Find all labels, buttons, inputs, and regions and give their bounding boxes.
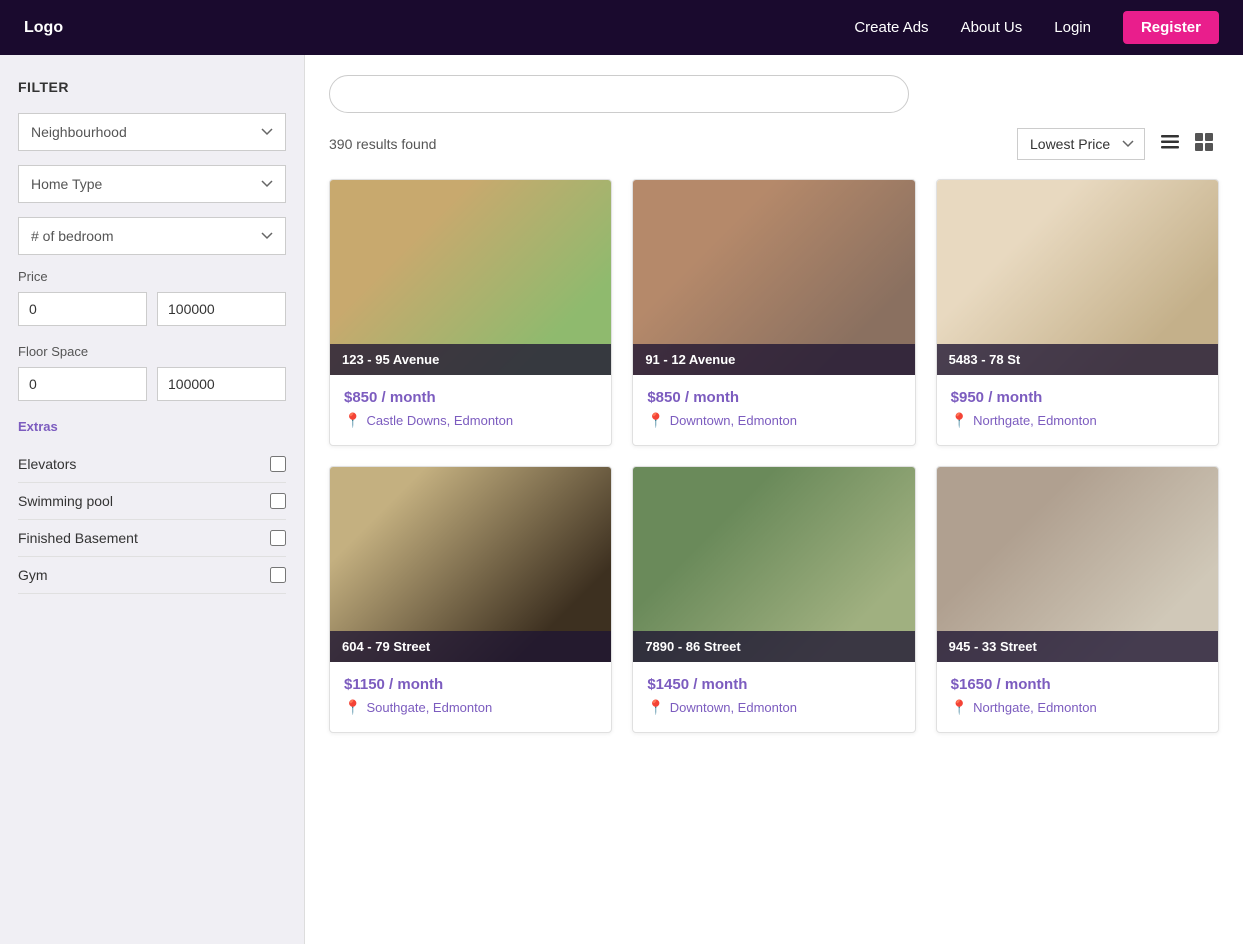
property-price: $950 / month (951, 389, 1204, 406)
nav-about-us[interactable]: About Us (961, 19, 1023, 36)
property-price: $1450 / month (647, 676, 900, 693)
property-location: 📍 Castle Downs, Edmonton (344, 412, 597, 429)
gym-checkbox[interactable] (270, 567, 286, 583)
property-location-text: Downtown, Edmonton (670, 413, 797, 428)
nav-create-ads[interactable]: Create Ads (854, 19, 928, 36)
grid-view-button[interactable] (1189, 127, 1219, 161)
floorspace-max-input[interactable] (157, 367, 286, 401)
property-card[interactable]: 91 - 12 Avenue $850 / month 📍 Downtown, … (632, 179, 915, 446)
property-price: $850 / month (647, 389, 900, 406)
property-image-wrap: 123 - 95 Avenue (330, 180, 611, 375)
filter-title: FILTER (18, 79, 286, 95)
property-price: $1650 / month (951, 676, 1204, 693)
sidebar: FILTER Neighbourhood Home Type # of bedr… (0, 55, 305, 944)
extra-item-gym: Gym (18, 557, 286, 594)
neighbourhood-select[interactable]: Neighbourhood (18, 113, 286, 151)
extras-label: Extras (18, 419, 286, 434)
floorspace-min-input[interactable] (18, 367, 147, 401)
main-content: 390 results found Lowest Price Highest P… (305, 55, 1243, 944)
property-price: $850 / month (344, 389, 597, 406)
search-bar-area (329, 75, 1219, 113)
main-layout: FILTER Neighbourhood Home Type # of bedr… (0, 55, 1243, 944)
home-type-select[interactable]: Home Type (18, 165, 286, 203)
property-address-badge: 604 - 79 Street (330, 631, 611, 662)
extra-swimming-pool-label: Swimming pool (18, 493, 113, 509)
extra-item-elevators: Elevators (18, 446, 286, 483)
property-location-text: Northgate, Edmonton (973, 700, 1097, 715)
property-location: 📍 Downtown, Edmonton (647, 412, 900, 429)
property-card[interactable]: 604 - 79 Street $1150 / month 📍 Southgat… (329, 466, 612, 733)
property-address-badge: 7890 - 86 Street (633, 631, 914, 662)
property-card[interactable]: 5483 - 78 St $950 / month 📍 Northgate, E… (936, 179, 1219, 446)
sort-controls: Lowest Price Highest Price Newest (1017, 127, 1219, 161)
property-info: $950 / month 📍 Northgate, Edmonton (937, 375, 1218, 445)
property-card[interactable]: 123 - 95 Avenue $850 / month 📍 Castle Do… (329, 179, 612, 446)
sort-select[interactable]: Lowest Price Highest Price Newest (1017, 128, 1145, 160)
extra-gym-label: Gym (18, 567, 48, 583)
property-location: 📍 Southgate, Edmonton (344, 699, 597, 716)
property-info: $850 / month 📍 Castle Downs, Edmonton (330, 375, 611, 445)
property-card[interactable]: 945 - 33 Street $1650 / month 📍 Northgat… (936, 466, 1219, 733)
property-address-badge: 123 - 95 Avenue (330, 344, 611, 375)
property-image-wrap: 91 - 12 Avenue (633, 180, 914, 375)
nav-links: Create Ads About Us Login Register (854, 11, 1219, 44)
location-pin-icon: 📍 (951, 699, 968, 716)
property-location-text: Southgate, Edmonton (366, 700, 492, 715)
swimming-pool-checkbox[interactable] (270, 493, 286, 509)
property-price: $1150 / month (344, 676, 597, 693)
price-max-input[interactable] (157, 292, 286, 326)
property-grid: 123 - 95 Avenue $850 / month 📍 Castle Do… (329, 179, 1219, 733)
register-button[interactable]: Register (1123, 11, 1219, 44)
location-pin-icon: 📍 (344, 412, 361, 429)
property-info: $1450 / month 📍 Downtown, Edmonton (633, 662, 914, 732)
property-location-text: Northgate, Edmonton (973, 413, 1097, 428)
property-card[interactable]: 7890 - 86 Street $1450 / month 📍 Downtow… (632, 466, 915, 733)
floorspace-range-inputs (18, 367, 286, 401)
price-range-inputs (18, 292, 286, 326)
location-pin-icon: 📍 (647, 699, 664, 716)
property-location: 📍 Northgate, Edmonton (951, 699, 1204, 716)
results-count: 390 results found (329, 136, 436, 152)
bedroom-select[interactable]: # of bedroom (18, 217, 286, 255)
property-location-text: Castle Downs, Edmonton (366, 413, 513, 428)
logo: Logo (24, 19, 63, 37)
property-image-wrap: 5483 - 78 St (937, 180, 1218, 375)
property-location: 📍 Downtown, Edmonton (647, 699, 900, 716)
property-info: $1650 / month 📍 Northgate, Edmonton (937, 662, 1218, 732)
finished-basement-checkbox[interactable] (270, 530, 286, 546)
extra-item-swimming-pool: Swimming pool (18, 483, 286, 520)
property-image-wrap: 7890 - 86 Street (633, 467, 914, 662)
search-input[interactable] (329, 75, 909, 113)
property-address-badge: 945 - 33 Street (937, 631, 1218, 662)
location-pin-icon: 📍 (951, 412, 968, 429)
floorspace-section: Floor Space (18, 344, 286, 401)
property-location: 📍 Northgate, Edmonton (951, 412, 1204, 429)
navbar: Logo Create Ads About Us Login Register (0, 0, 1243, 55)
list-view-button[interactable] (1155, 127, 1185, 161)
property-image-wrap: 604 - 79 Street (330, 467, 611, 662)
property-info: $850 / month 📍 Downtown, Edmonton (633, 375, 914, 445)
view-toggle (1155, 127, 1219, 161)
property-address-badge: 91 - 12 Avenue (633, 344, 914, 375)
price-min-input[interactable] (18, 292, 147, 326)
price-section: Price (18, 269, 286, 326)
extra-elevators-label: Elevators (18, 456, 76, 472)
location-pin-icon: 📍 (647, 412, 664, 429)
property-location-text: Downtown, Edmonton (670, 700, 797, 715)
results-bar: 390 results found Lowest Price Highest P… (329, 127, 1219, 161)
floorspace-label: Floor Space (18, 344, 286, 359)
price-label: Price (18, 269, 286, 284)
location-pin-icon: 📍 (344, 699, 361, 716)
property-image-wrap: 945 - 33 Street (937, 467, 1218, 662)
elevators-checkbox[interactable] (270, 456, 286, 472)
property-address-badge: 5483 - 78 St (937, 344, 1218, 375)
extra-item-finished-basement: Finished Basement (18, 520, 286, 557)
extra-finished-basement-label: Finished Basement (18, 530, 138, 546)
property-info: $1150 / month 📍 Southgate, Edmonton (330, 662, 611, 732)
extras-section: Extras Elevators Swimming pool Finished … (18, 419, 286, 594)
nav-login[interactable]: Login (1054, 19, 1091, 36)
